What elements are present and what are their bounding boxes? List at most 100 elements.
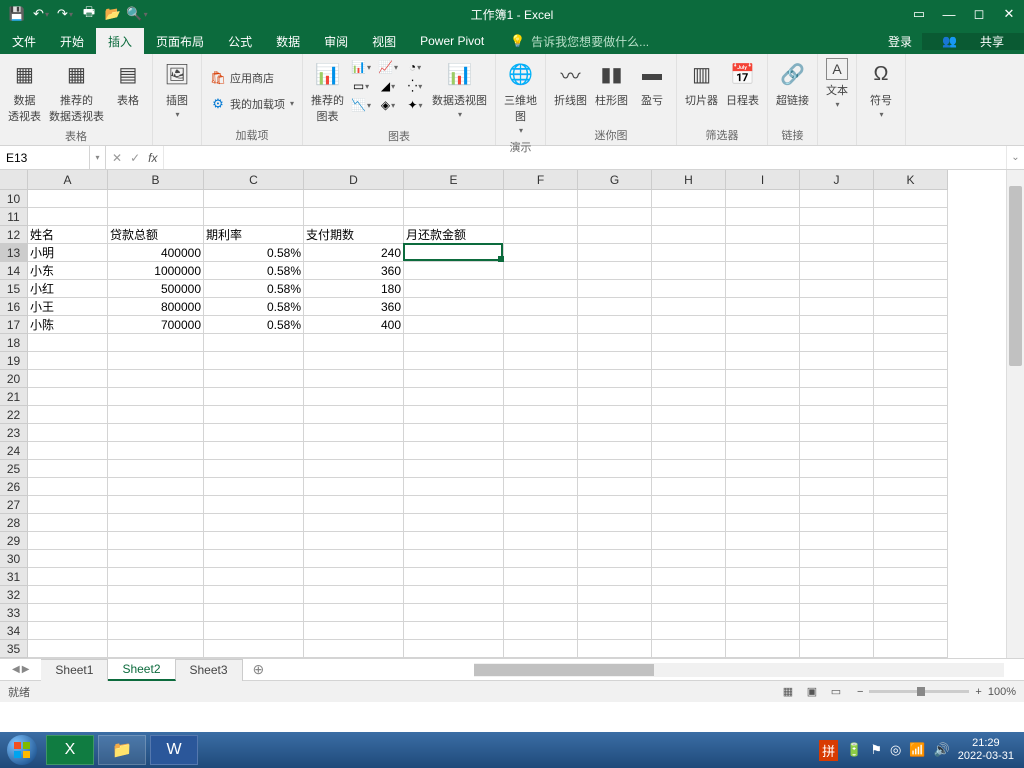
cell-A27[interactable] xyxy=(28,496,108,514)
cell-K15[interactable] xyxy=(874,280,948,298)
cell-K33[interactable] xyxy=(874,604,948,622)
row-header-22[interactable]: 22 xyxy=(0,406,28,424)
cell-A18[interactable] xyxy=(28,334,108,352)
symbol-button[interactable]: Ω符号▾ xyxy=(861,56,901,121)
cell-G26[interactable] xyxy=(578,478,652,496)
cell-H15[interactable] xyxy=(652,280,726,298)
cell-A34[interactable] xyxy=(28,622,108,640)
tab-view[interactable]: 视图 xyxy=(360,28,408,54)
cell-F21[interactable] xyxy=(504,388,578,406)
formula-expand-icon[interactable]: ⌄ xyxy=(1006,146,1024,169)
cell-K13[interactable] xyxy=(874,244,948,262)
cell-G14[interactable] xyxy=(578,262,652,280)
illustrations-button[interactable]: 🖼插图▾ xyxy=(157,56,197,121)
cell-H30[interactable] xyxy=(652,550,726,568)
row-header-20[interactable]: 20 xyxy=(0,370,28,388)
cell-E25[interactable] xyxy=(404,460,504,478)
cell-D19[interactable] xyxy=(304,352,404,370)
cell-A14[interactable]: 小东 xyxy=(28,262,108,280)
cell-K17[interactable] xyxy=(874,316,948,334)
tray-ime-icon[interactable]: 拼 xyxy=(819,740,838,761)
vertical-scrollbar[interactable] xyxy=(1006,170,1024,658)
cell-J14[interactable] xyxy=(800,262,874,280)
cell-A19[interactable] xyxy=(28,352,108,370)
cell-J15[interactable] xyxy=(800,280,874,298)
cell-B33[interactable] xyxy=(108,604,204,622)
cell-H23[interactable] xyxy=(652,424,726,442)
cell-G28[interactable] xyxy=(578,514,652,532)
cell-J35[interactable] xyxy=(800,640,874,658)
cell-E10[interactable] xyxy=(404,190,504,208)
cell-J30[interactable] xyxy=(800,550,874,568)
cell-I23[interactable] xyxy=(726,424,800,442)
cell-J34[interactable] xyxy=(800,622,874,640)
sparkline-winloss-button[interactable]: ▬盈亏 xyxy=(632,56,672,110)
cell-C12[interactable]: 期利率 xyxy=(204,226,304,244)
row-header-34[interactable]: 34 xyxy=(0,622,28,640)
cell-J18[interactable] xyxy=(800,334,874,352)
cell-E20[interactable] xyxy=(404,370,504,388)
tab-powerpivot[interactable]: Power Pivot xyxy=(408,28,496,54)
accept-formula-icon[interactable]: ✓ xyxy=(130,151,140,165)
cell-G12[interactable] xyxy=(578,226,652,244)
cell-H35[interactable] xyxy=(652,640,726,658)
cell-C32[interactable] xyxy=(204,586,304,604)
col-header-B[interactable]: B xyxy=(108,170,204,190)
cell-C10[interactable] xyxy=(204,190,304,208)
cell-J21[interactable] xyxy=(800,388,874,406)
cell-B13[interactable]: 400000 xyxy=(108,244,204,262)
cell-I20[interactable] xyxy=(726,370,800,388)
cell-B27[interactable] xyxy=(108,496,204,514)
cell-I34[interactable] xyxy=(726,622,800,640)
cell-I14[interactable] xyxy=(726,262,800,280)
tab-home[interactable]: 开始 xyxy=(48,28,96,54)
view-layout-icon[interactable]: ▣ xyxy=(801,684,823,700)
row-header-21[interactable]: 21 xyxy=(0,388,28,406)
cell-C26[interactable] xyxy=(204,478,304,496)
cell-B17[interactable]: 700000 xyxy=(108,316,204,334)
cell-F30[interactable] xyxy=(504,550,578,568)
surface-chart-icon[interactable]: ◈▾ xyxy=(375,96,401,114)
col-header-G[interactable]: G xyxy=(578,170,652,190)
cell-H11[interactable] xyxy=(652,208,726,226)
cell-E16[interactable] xyxy=(404,298,504,316)
tray-network-icon[interactable]: 📶 xyxy=(909,742,925,758)
cell-H27[interactable] xyxy=(652,496,726,514)
cell-J17[interactable] xyxy=(800,316,874,334)
cell-D12[interactable]: 支付期数 xyxy=(304,226,404,244)
tab-file[interactable]: 文件 xyxy=(0,28,48,54)
cell-F15[interactable] xyxy=(504,280,578,298)
slicer-button[interactable]: ▥切片器 xyxy=(681,56,722,110)
row-header-12[interactable]: 12 xyxy=(0,226,28,244)
cell-D16[interactable]: 360 xyxy=(304,298,404,316)
radar-chart-icon[interactable]: ✦▾ xyxy=(402,96,428,114)
cell-G23[interactable] xyxy=(578,424,652,442)
cell-J29[interactable] xyxy=(800,532,874,550)
col-header-I[interactable]: I xyxy=(726,170,800,190)
taskbar-clock[interactable]: 21:29 2022-03-31 xyxy=(958,737,1014,763)
column-chart-icon[interactable]: 📊▾ xyxy=(348,58,374,76)
cell-I18[interactable] xyxy=(726,334,800,352)
cell-J13[interactable] xyxy=(800,244,874,262)
cell-B25[interactable] xyxy=(108,460,204,478)
taskbar-explorer[interactable]: 📁 xyxy=(98,735,146,765)
cell-H29[interactable] xyxy=(652,532,726,550)
cell-J27[interactable] xyxy=(800,496,874,514)
cell-E12[interactable]: 月还款金额 xyxy=(404,226,504,244)
cell-H12[interactable] xyxy=(652,226,726,244)
row-header-32[interactable]: 32 xyxy=(0,586,28,604)
fx-icon[interactable]: fx xyxy=(148,151,157,165)
cell-H21[interactable] xyxy=(652,388,726,406)
cell-F34[interactable] xyxy=(504,622,578,640)
sparkline-column-button[interactable]: ▮▮柱形图 xyxy=(591,56,632,110)
cell-C31[interactable] xyxy=(204,568,304,586)
text-button[interactable]: A文本▾ xyxy=(822,56,852,111)
cell-D25[interactable] xyxy=(304,460,404,478)
cell-G29[interactable] xyxy=(578,532,652,550)
map3d-button[interactable]: 🌐三维地 图▾ xyxy=(500,56,541,137)
cell-C28[interactable] xyxy=(204,514,304,532)
cell-C17[interactable]: 0.58% xyxy=(204,316,304,334)
cell-A20[interactable] xyxy=(28,370,108,388)
cell-D23[interactable] xyxy=(304,424,404,442)
cell-A13[interactable]: 小明 xyxy=(28,244,108,262)
